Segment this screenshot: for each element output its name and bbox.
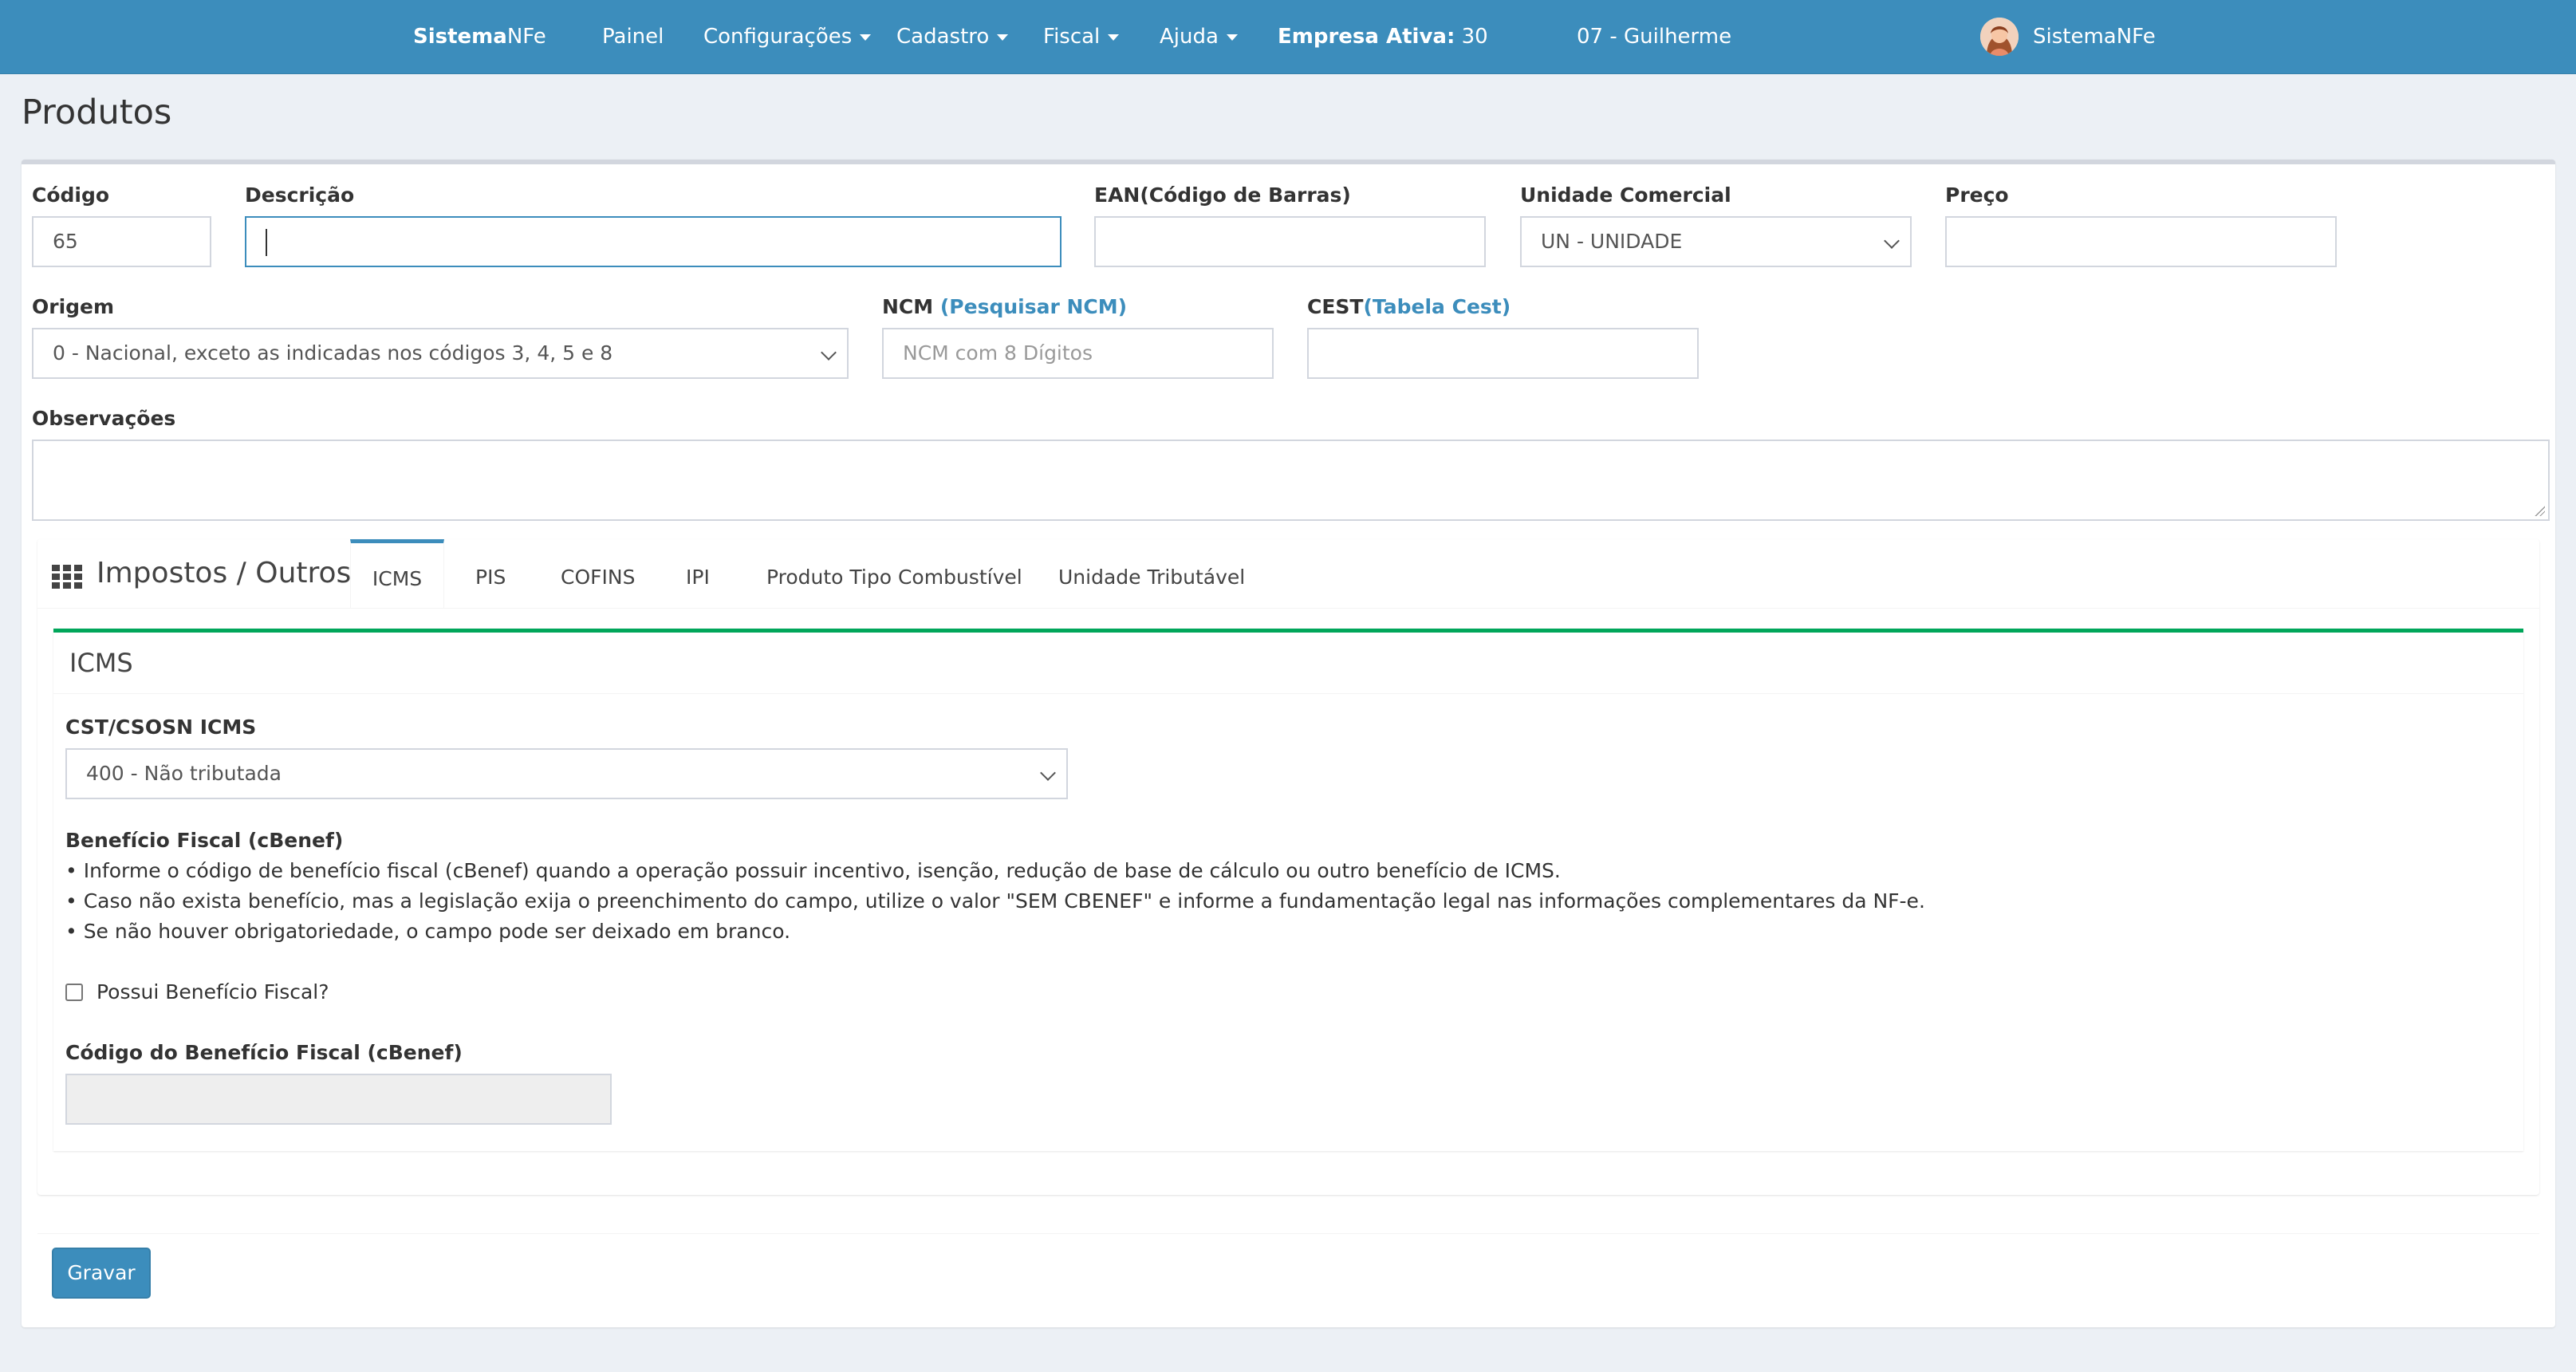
tab-pis[interactable]: PIS: [475, 539, 506, 608]
nav-cadastro[interactable]: Cadastro: [896, 0, 1009, 73]
beneficio-info-line: • Informe o código de benefício fiscal (…: [65, 859, 1561, 882]
tab-unidade-tributavel[interactable]: Unidade Tributável: [1058, 539, 1245, 608]
caret-down-icon: [997, 34, 1009, 41]
resize-handle-icon[interactable]: [2534, 505, 2545, 516]
cest-label: CEST(Tabela Cest): [1307, 295, 1511, 318]
top-navbar: SistemaNFe Painel Configurações Cadastro…: [0, 0, 2576, 74]
beneficio-checkbox[interactable]: [65, 984, 83, 1001]
descricao-field[interactable]: [245, 216, 1062, 267]
nav-ajuda[interactable]: Ajuda: [1160, 0, 1238, 73]
observacoes-textarea[interactable]: [32, 440, 2550, 521]
tab-cofins[interactable]: COFINS: [561, 539, 635, 608]
icms-panel-title: ICMS: [69, 648, 133, 678]
product-form-box: Código 65 Descrição EAN(Código de Barras…: [22, 160, 2555, 1327]
chevron-down-icon: [1884, 233, 1900, 249]
origem-label: Origem: [32, 295, 115, 318]
user-avatar[interactable]: [1980, 18, 2019, 56]
text-cursor: [266, 229, 267, 256]
beneficio-checkbox-label[interactable]: Possui Benefício Fiscal?: [97, 980, 329, 1003]
impostos-tabs: Impostos / Outros ICMS PIS COFINS IPI Pr…: [37, 539, 2539, 1195]
unidade-select[interactable]: UN - UNIDADE: [1520, 216, 1912, 267]
ncm-label: NCM (Pesquisar NCM): [882, 295, 1128, 318]
page-title: Produtos: [22, 93, 172, 132]
cst-select[interactable]: 400 - Não tributada: [65, 748, 1068, 799]
grid-icon: [52, 565, 82, 589]
cst-label: CST/CSOSN ICMS: [65, 716, 257, 739]
beneficio-title: Benefício Fiscal (cBenef): [65, 829, 344, 852]
caret-down-icon: [1108, 34, 1120, 41]
divider: [53, 693, 2523, 694]
caret-down-icon: [1226, 34, 1238, 41]
pesquisar-ncm-link[interactable]: (Pesquisar NCM): [940, 295, 1127, 318]
ean-label: EAN(Código de Barras): [1094, 183, 1351, 207]
preco-label: Preço: [1945, 183, 2009, 207]
unidade-label: Unidade Comercial: [1520, 183, 1731, 207]
beneficio-info-line: • Caso não exista benefício, mas a legis…: [65, 889, 1925, 913]
tabela-cest-link[interactable]: (Tabela Cest): [1363, 295, 1511, 318]
tab-produto-tipo-combustivel[interactable]: Produto Tipo Combustível: [766, 539, 1022, 608]
chevron-down-icon: [821, 345, 837, 361]
cbenef-field[interactable]: [65, 1074, 612, 1125]
beneficio-info-line: • Se não houver obrigatoriedade, o campo…: [65, 920, 791, 943]
nav-painel[interactable]: Painel: [602, 0, 664, 73]
save-button[interactable]: Gravar: [52, 1248, 151, 1299]
tab-icms[interactable]: ICMS: [350, 539, 444, 608]
tab-header: Impostos / Outros ICMS PIS COFINS IPI Pr…: [37, 539, 2539, 609]
brand-logo[interactable]: SistemaNFe: [413, 0, 546, 73]
ean-field[interactable]: [1094, 216, 1486, 267]
nav-configuracoes[interactable]: Configurações: [703, 0, 872, 73]
observacoes-label: Observações: [32, 407, 176, 430]
tabs-title: Impostos / Outros: [97, 557, 352, 589]
nav-fiscal[interactable]: Fiscal: [1043, 0, 1120, 73]
codigo-field[interactable]: 65: [32, 216, 211, 267]
icms-panel: ICMS CST/CSOSN ICMS 400 - Não tributada …: [53, 629, 2523, 1151]
chevron-down-icon: [1040, 765, 1056, 781]
ncm-field[interactable]: NCM com 8 Dígitos: [882, 328, 1274, 379]
footer-divider: [37, 1233, 2539, 1234]
user-menu[interactable]: SistemaNFe: [2033, 0, 2156, 73]
descricao-label: Descrição: [245, 183, 355, 207]
origem-select[interactable]: 0 - Nacional, exceto as indicadas nos có…: [32, 328, 849, 379]
user-company: 07 - Guilherme: [1577, 25, 1732, 49]
cest-field[interactable]: [1307, 328, 1699, 379]
codigo-label: Código: [32, 183, 110, 207]
tab-ipi[interactable]: IPI: [686, 539, 710, 608]
active-company: Empresa Ativa: 30: [1278, 25, 1488, 49]
preco-field[interactable]: [1945, 216, 2337, 267]
cbenef-label: Código do Benefício Fiscal (cBenef): [65, 1041, 463, 1064]
caret-down-icon: [860, 34, 872, 41]
